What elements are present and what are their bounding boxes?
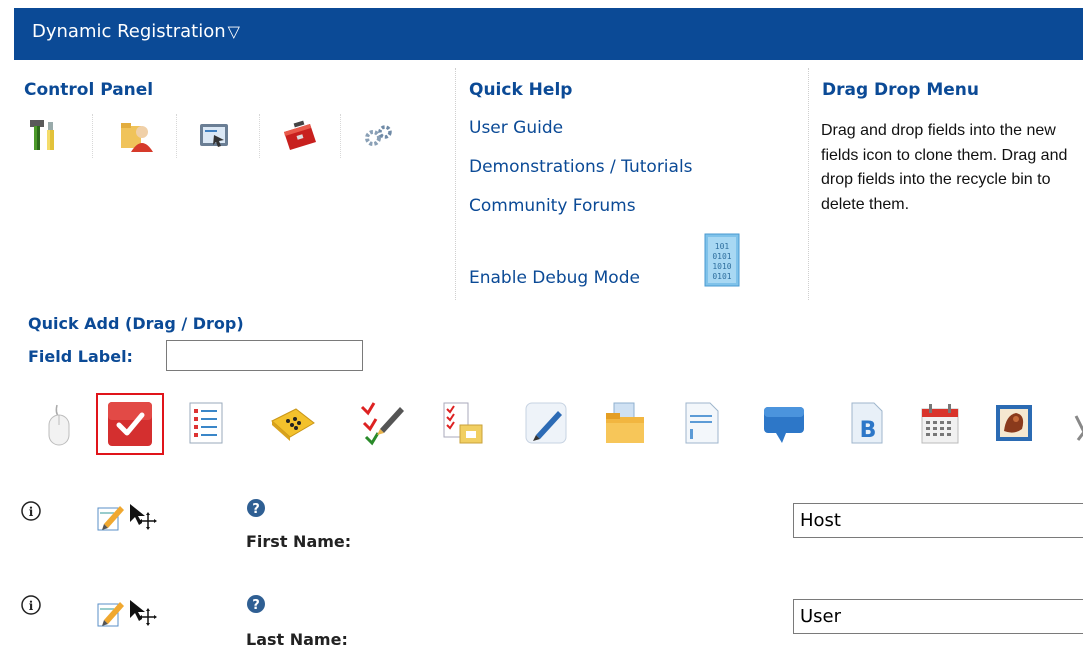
svg-text:?: ? bbox=[252, 502, 260, 517]
field-label-input[interactable] bbox=[166, 340, 363, 371]
debug-mode-link[interactable]: Enable Debug Mode bbox=[469, 268, 640, 288]
quick-add-title: Quick Add (Drag / Drop) bbox=[28, 314, 244, 333]
svg-text:0101: 0101 bbox=[712, 252, 731, 261]
field-label-text: Field Label: bbox=[28, 347, 133, 366]
drag-drop-title: Drag Drop Menu bbox=[822, 80, 979, 100]
field-label: Last Name: bbox=[246, 630, 348, 649]
field-label: First Name: bbox=[246, 532, 352, 551]
svg-text:1010: 1010 bbox=[712, 262, 731, 271]
image-icon[interactable] bbox=[990, 399, 1038, 447]
tools-icon[interactable] bbox=[24, 116, 62, 154]
quick-help-title: Quick Help bbox=[469, 80, 573, 100]
svg-text:B: B bbox=[860, 418, 877, 443]
edit-icon[interactable] bbox=[96, 598, 126, 628]
page-title: Dynamic Registration bbox=[32, 21, 226, 42]
display-icon[interactable] bbox=[196, 116, 234, 154]
bold-doc-icon[interactable]: B bbox=[842, 399, 890, 447]
checklist-folder-icon[interactable] bbox=[438, 399, 486, 447]
comment-icon[interactable] bbox=[760, 399, 808, 447]
page-title-menu[interactable]: Dynamic Registration ▽ bbox=[32, 21, 240, 42]
svg-text:i: i bbox=[29, 599, 34, 613]
user-folder-icon[interactable] bbox=[118, 116, 156, 154]
mouse-icon[interactable] bbox=[35, 399, 83, 447]
dropdown-arrow-icon: ▽ bbox=[227, 22, 240, 41]
list-icon[interactable] bbox=[182, 399, 230, 447]
folder-icon[interactable] bbox=[600, 399, 648, 447]
drag-drop-description: Drag and drop fields into the new fields… bbox=[821, 122, 1068, 213]
move-cursor-icon[interactable] bbox=[128, 502, 160, 532]
section-divider bbox=[808, 68, 809, 300]
toolbox-icon[interactable] bbox=[280, 116, 318, 154]
svg-text:i: i bbox=[29, 505, 34, 519]
edit-icon[interactable] bbox=[96, 502, 126, 532]
separator bbox=[259, 114, 260, 158]
user-guide-link[interactable]: User Guide bbox=[469, 118, 563, 138]
pencil-icon[interactable] bbox=[522, 399, 570, 447]
separator bbox=[176, 114, 177, 158]
last-name-input[interactable] bbox=[793, 599, 1083, 634]
info-icon[interactable]: i bbox=[20, 594, 42, 616]
control-panel-title: Control Panel bbox=[24, 80, 154, 100]
document-icon[interactable] bbox=[678, 399, 726, 447]
partial-tool-icon[interactable] bbox=[1070, 412, 1083, 442]
first-name-input[interactable] bbox=[793, 503, 1083, 538]
help-icon[interactable]: ? bbox=[246, 594, 266, 614]
dice-icon[interactable] bbox=[268, 399, 316, 447]
calendar-icon[interactable] bbox=[916, 399, 964, 447]
svg-text:0101: 0101 bbox=[712, 272, 731, 281]
svg-text:?: ? bbox=[252, 598, 260, 613]
checkbox-icon[interactable] bbox=[106, 400, 154, 448]
header-bar: Dynamic Registration ▽ bbox=[14, 8, 1083, 60]
section-divider bbox=[455, 68, 456, 300]
tutorials-link[interactable]: Demonstrations / Tutorials bbox=[469, 157, 693, 177]
gears-icon[interactable] bbox=[360, 116, 398, 154]
help-icon[interactable]: ? bbox=[246, 498, 266, 518]
forums-link[interactable]: Community Forums bbox=[469, 196, 636, 216]
binary-file-icon[interactable]: 101 0101 1010 0101 bbox=[703, 232, 743, 288]
separator bbox=[340, 114, 341, 158]
svg-text:101: 101 bbox=[715, 242, 730, 251]
move-cursor-icon[interactable] bbox=[128, 598, 160, 628]
checklist-edit-icon[interactable] bbox=[356, 399, 404, 447]
separator bbox=[92, 114, 93, 158]
info-icon[interactable]: i bbox=[20, 500, 42, 522]
